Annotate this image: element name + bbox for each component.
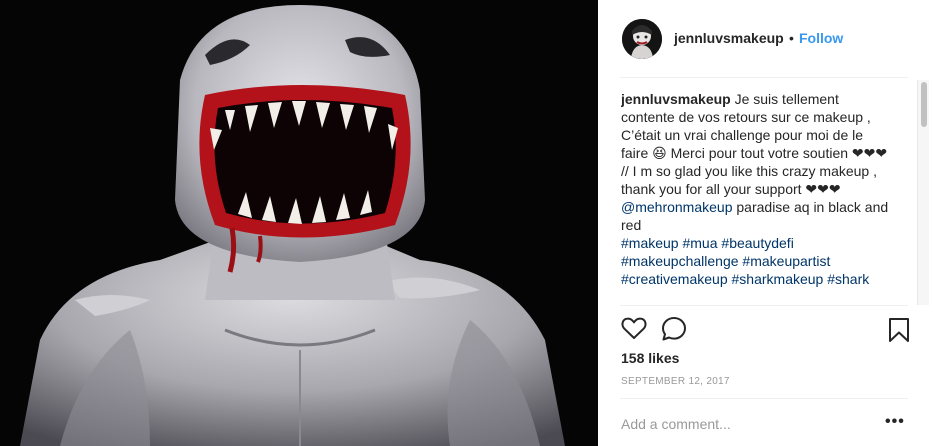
divider — [620, 305, 908, 306]
hashtag-link[interactable]: #shark — [827, 271, 869, 287]
more-options-button[interactable]: ••• — [885, 413, 905, 431]
avatar[interactable] — [622, 19, 662, 59]
comment-icon[interactable] — [661, 316, 687, 347]
hashtag-link[interactable]: #sharkmakeup — [732, 271, 824, 287]
post-header: jennluvsmakeup • Follow — [598, 0, 933, 78]
avatar-image — [622, 19, 662, 59]
hashtag-link[interactable]: #beautydefi — [721, 235, 793, 251]
add-comment-input[interactable] — [621, 414, 871, 434]
caption-english-text: // I m so glad you like this crazy makeu… — [621, 163, 877, 197]
post-username[interactable]: jennluvsmakeup — [674, 30, 784, 46]
divider — [620, 77, 908, 78]
caption-username[interactable]: jennluvsmakeup — [621, 91, 731, 107]
bookmark-icon[interactable] — [888, 317, 910, 348]
separator-dot: • — [789, 30, 794, 46]
hashtag-link[interactable]: #creativemakeup — [621, 271, 728, 287]
post-details-panel: jennluvsmakeup • Follow jennluvsmakeup J… — [598, 0, 933, 446]
divider — [620, 398, 908, 399]
post-actions — [598, 313, 933, 345]
caption-comment: jennluvsmakeup Je suis tellement content… — [621, 90, 891, 303]
follow-button[interactable]: Follow — [799, 30, 843, 46]
hashtag-link[interactable]: #makeupchallenge — [621, 253, 739, 269]
heart-icon[interactable] — [621, 316, 647, 345]
post-photo[interactable] — [0, 0, 598, 446]
hashtag-link[interactable]: #makeupartist — [742, 253, 830, 269]
post-date[interactable]: SEPTEMBER 12, 2017 — [621, 376, 730, 387]
comments-scrollbar[interactable] — [917, 80, 929, 305]
mention-link[interactable]: @mehronmakeup — [621, 199, 733, 215]
hashtag-link[interactable]: #mua — [682, 235, 717, 251]
shark-makeup-image — [0, 0, 598, 446]
hashtag-link[interactable]: #makeup — [621, 235, 679, 251]
scrollbar-thumb[interactable] — [921, 82, 927, 127]
likes-count[interactable]: 158 likes — [621, 350, 679, 366]
